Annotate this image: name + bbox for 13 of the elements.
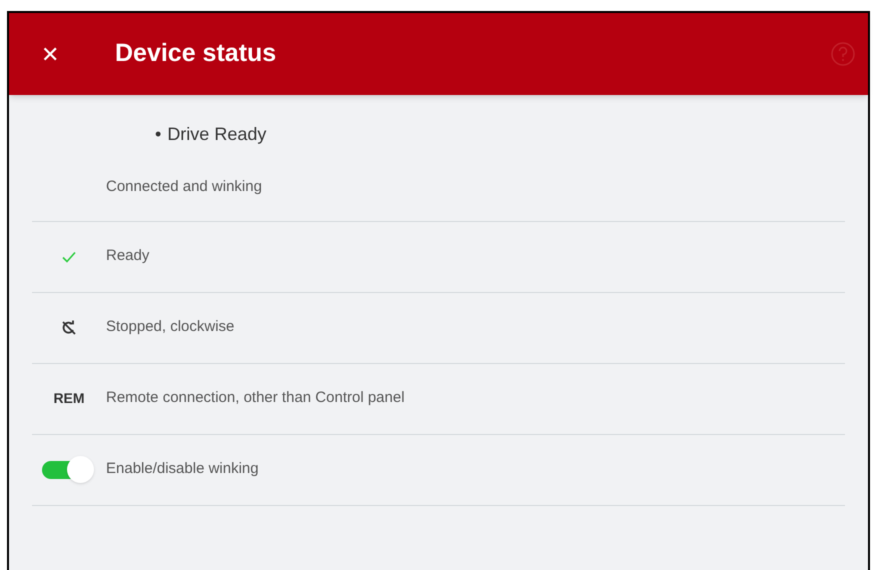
toggle-switch[interactable] (42, 454, 96, 484)
bullet: • (155, 123, 162, 146)
status-code: REM (53, 389, 85, 408)
row-label: Remote connection, other than Control panel (106, 388, 405, 408)
row-label: Stopped, clockwise (106, 317, 234, 338)
status-detail: Connected and winking (105, 177, 263, 197)
stopped-rotation-icon (61, 320, 77, 336)
close-button[interactable]: ✕ (37, 38, 63, 70)
row-label: Enable/disable winking (106, 459, 259, 480)
row-label: Ready (106, 246, 150, 266)
dialog-title: Device status (115, 38, 276, 70)
status-name: Drive Ready (167, 123, 266, 146)
checkmark-icon (61, 250, 77, 264)
